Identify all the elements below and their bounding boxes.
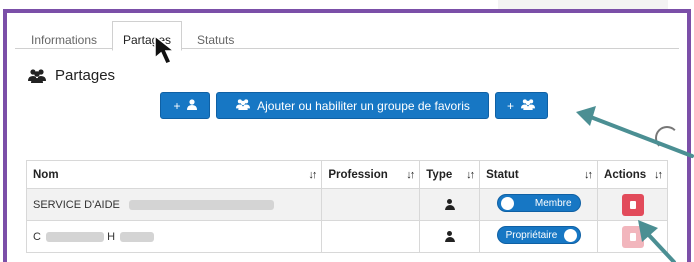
shares-table: Nom ↓↑ Profession ↓↑ Type ↓↑ Statut ↓↑ Actio… (25, 160, 668, 253)
person-icon (444, 231, 455, 243)
mouse-cursor-icon (154, 34, 177, 65)
table-row: SERVICE D'AIDE Membre (25, 188, 668, 221)
cell-nom: SERVICE D'AIDE (25, 188, 323, 221)
annotation-arrow-icon (638, 220, 676, 262)
trash-icon[interactable] (621, 193, 644, 216)
add-group-button[interactable]: + (495, 92, 548, 119)
sort-icon[interactable]: ↓↑ (406, 169, 415, 181)
column-header-statut[interactable]: Statut ↓↑ (479, 160, 599, 189)
redacted-text (46, 231, 105, 242)
plus-label: + (506, 98, 514, 113)
tab-informations[interactable]: Informations (21, 27, 107, 49)
cell-statut: Propriétaire (479, 220, 599, 253)
header-background-strip (498, 0, 668, 9)
sort-icon[interactable]: ↓↑ (584, 169, 593, 181)
users-icon (235, 98, 251, 113)
sort-icon[interactable]: ↓↑ (654, 169, 663, 181)
cell-statut: Membre (479, 188, 599, 221)
redacted-text (120, 231, 155, 242)
add-favorites-group-label: Ajouter ou habiliter un groupe de favori… (257, 98, 470, 113)
column-header-type[interactable]: Type ↓↑ (419, 160, 481, 189)
user-icon (186, 98, 197, 113)
section-header: Partages (27, 67, 115, 84)
redacted-text (128, 199, 274, 210)
cell-profession (321, 188, 421, 221)
cell-profession (321, 220, 421, 253)
sort-icon[interactable]: ↓↑ (466, 169, 475, 181)
column-header-profession[interactable]: Profession ↓↑ (321, 160, 421, 189)
cell-type (419, 188, 481, 221)
add-user-button[interactable]: + (160, 92, 210, 119)
cell-nom: C H (25, 220, 323, 253)
sort-icon[interactable]: ↓↑ (308, 169, 317, 181)
role-toggle[interactable]: Membre (496, 194, 581, 212)
cell-type (419, 220, 481, 253)
annotation-arrow-icon (576, 106, 694, 158)
add-favorites-group-button[interactable]: Ajouter ou habiliter un groupe de favori… (216, 92, 489, 119)
users-icon (27, 68, 47, 83)
column-header-actions[interactable]: Actions ↓↑ (597, 160, 668, 189)
tab-bar: Informations Partages Statuts (15, 21, 679, 51)
person-icon (444, 199, 455, 211)
table-header-row: Nom ↓↑ Profession ↓↑ Type ↓↑ Statut ↓↑ Actio… (25, 160, 668, 189)
users-icon (520, 98, 536, 113)
toggle-knob (500, 197, 514, 210)
plus-label: + (173, 98, 181, 113)
table-row: C H Propriétaire (25, 220, 668, 253)
section-title: Partages (55, 67, 116, 84)
tab-statuts[interactable]: Statuts (187, 27, 244, 49)
role-toggle[interactable]: Propriétaire (496, 226, 581, 244)
column-header-nom[interactable]: Nom ↓↑ (25, 160, 323, 189)
toggle-knob (563, 229, 577, 242)
